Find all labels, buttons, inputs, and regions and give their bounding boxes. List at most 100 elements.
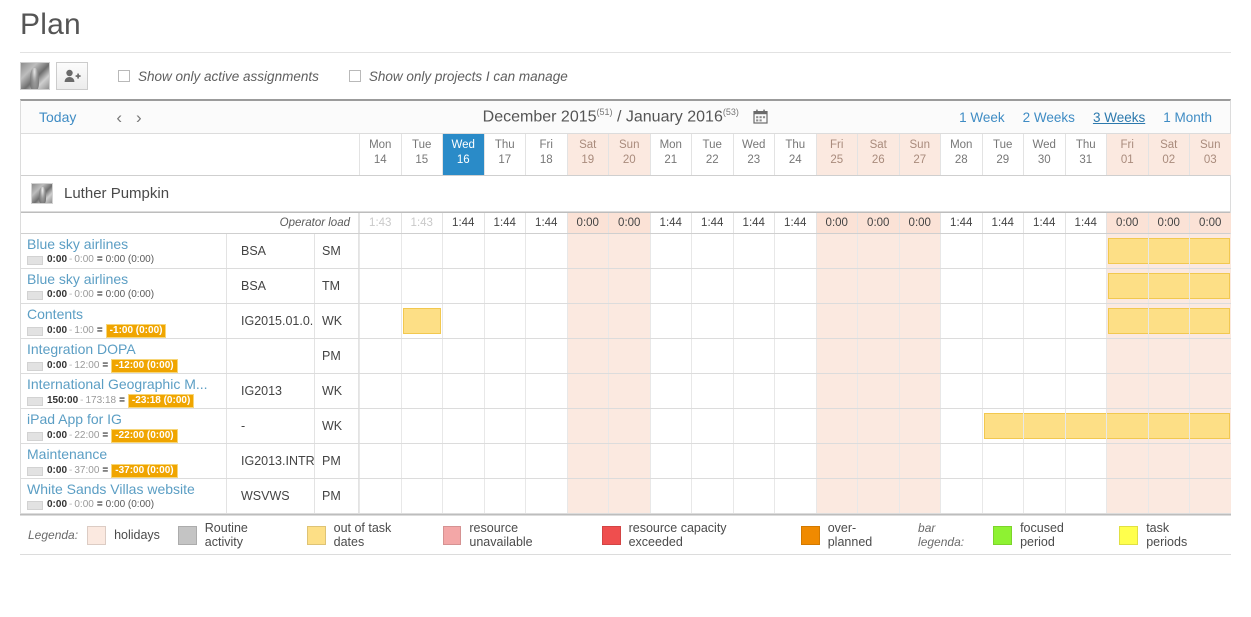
day-header-mon-21[interactable]: Mon21 xyxy=(650,134,692,175)
add-user-button[interactable] xyxy=(56,62,88,90)
timeline-cell[interactable] xyxy=(608,444,650,478)
timeline-cell[interactable] xyxy=(899,374,941,408)
timeline-cell[interactable] xyxy=(1106,374,1148,408)
calendar-icon[interactable] xyxy=(753,109,768,124)
timeline-cell[interactable] xyxy=(484,409,526,443)
timeline-cell[interactable] xyxy=(442,304,484,338)
timeline-cell[interactable] xyxy=(484,374,526,408)
timeline-cell[interactable] xyxy=(940,269,982,303)
timeline-cell[interactable] xyxy=(359,269,401,303)
task-title-link[interactable]: Blue sky airlines xyxy=(27,271,226,288)
timeline-cell[interactable] xyxy=(733,409,775,443)
timeline-cell[interactable] xyxy=(816,409,858,443)
timeline-cell[interactable] xyxy=(525,304,567,338)
task-title-link[interactable]: White Sands Villas website xyxy=(27,481,226,498)
timeline-cell[interactable] xyxy=(1189,339,1231,373)
task-title-link[interactable]: Integration DOPA xyxy=(27,341,226,358)
timeline-cell[interactable] xyxy=(1189,234,1231,268)
prev-period-button[interactable]: ‹ xyxy=(116,109,122,126)
timeline-cell[interactable] xyxy=(608,304,650,338)
timeline-cell[interactable] xyxy=(1065,409,1107,443)
timeline-cell[interactable] xyxy=(940,304,982,338)
timeline-cell[interactable] xyxy=(359,374,401,408)
timeline-cell[interactable] xyxy=(1023,374,1065,408)
timeline-cell[interactable] xyxy=(567,234,609,268)
timeline-cell[interactable] xyxy=(691,444,733,478)
timeline-cell[interactable] xyxy=(691,234,733,268)
timeline-cell[interactable] xyxy=(940,374,982,408)
timeline-cell[interactable] xyxy=(1023,479,1065,513)
timeline-cell[interactable] xyxy=(401,374,443,408)
timeline-cell[interactable] xyxy=(733,339,775,373)
timeline-cell[interactable] xyxy=(567,374,609,408)
timeline-cell[interactable] xyxy=(401,444,443,478)
day-header-sat-26[interactable]: Sat26 xyxy=(857,134,899,175)
timeline-cell[interactable] xyxy=(1106,479,1148,513)
timeline-cell[interactable] xyxy=(982,269,1024,303)
timeline-cell[interactable] xyxy=(733,444,775,478)
timeline-cell[interactable] xyxy=(982,444,1024,478)
timeline-cell[interactable] xyxy=(650,304,692,338)
timeline-cell[interactable] xyxy=(691,339,733,373)
timeline-cell[interactable] xyxy=(940,409,982,443)
timeline-cell[interactable] xyxy=(899,409,941,443)
timeline-cell[interactable] xyxy=(774,479,816,513)
timeline-cell[interactable] xyxy=(982,304,1024,338)
timeline-cell[interactable] xyxy=(1148,339,1190,373)
next-period-button[interactable]: › xyxy=(136,109,142,126)
timeline-cell[interactable] xyxy=(608,339,650,373)
timeline-cell[interactable] xyxy=(1065,304,1107,338)
timeline-cell[interactable] xyxy=(1106,269,1148,303)
timeline-cell[interactable] xyxy=(525,269,567,303)
timeline-cell[interactable] xyxy=(442,269,484,303)
timeline-cell[interactable] xyxy=(1148,409,1190,443)
timeline-cell[interactable] xyxy=(442,444,484,478)
checkbox-manageable-projects[interactable] xyxy=(349,70,361,82)
timeline-cell[interactable] xyxy=(567,479,609,513)
timeline-cell[interactable] xyxy=(650,479,692,513)
task-title-link[interactable]: Maintenance xyxy=(27,446,226,463)
timeline-cell[interactable] xyxy=(982,409,1024,443)
timeline-cell[interactable] xyxy=(608,234,650,268)
task-title-link[interactable]: Blue sky airlines xyxy=(27,236,226,253)
timeline-cell[interactable] xyxy=(359,234,401,268)
timeline-cell[interactable] xyxy=(940,339,982,373)
task-title-link[interactable]: Contents xyxy=(27,306,226,323)
timeline-cell[interactable] xyxy=(1065,234,1107,268)
timeline-cell[interactable] xyxy=(1189,304,1231,338)
task-title-link[interactable]: iPad App for IG xyxy=(27,411,226,428)
timeline-cell[interactable] xyxy=(567,269,609,303)
timeline-cell[interactable] xyxy=(1189,479,1231,513)
day-header-sun-03[interactable]: Sun03 xyxy=(1189,134,1231,175)
timeline-cell[interactable] xyxy=(982,339,1024,373)
timeline-cell[interactable] xyxy=(691,479,733,513)
day-header-sun-20[interactable]: Sun20 xyxy=(608,134,650,175)
timeline-cell[interactable] xyxy=(1148,269,1190,303)
timeline-cell[interactable] xyxy=(691,409,733,443)
timeline-cell[interactable] xyxy=(774,269,816,303)
timeline-cell[interactable] xyxy=(774,444,816,478)
timeline-cell[interactable] xyxy=(1023,269,1065,303)
zoom-link-3-weeks[interactable]: 3 Weeks xyxy=(1093,110,1145,125)
timeline-cell[interactable] xyxy=(484,479,526,513)
timeline-cell[interactable] xyxy=(1148,479,1190,513)
timeline-cell[interactable] xyxy=(940,444,982,478)
timeline-cell[interactable] xyxy=(1106,339,1148,373)
timeline-cell[interactable] xyxy=(484,444,526,478)
task-title-link[interactable]: International Geographic M... xyxy=(27,376,226,393)
timeline-cell[interactable] xyxy=(1065,269,1107,303)
timeline-cell[interactable] xyxy=(691,269,733,303)
timeline-cell[interactable] xyxy=(484,339,526,373)
day-header-sun-27[interactable]: Sun27 xyxy=(899,134,941,175)
filter-active-assignments[interactable]: Show only active assignments xyxy=(118,69,319,84)
timeline-cell[interactable] xyxy=(816,304,858,338)
timeline-cell[interactable] xyxy=(899,269,941,303)
day-header-thu-31[interactable]: Thu31 xyxy=(1065,134,1107,175)
day-header-thu-17[interactable]: Thu17 xyxy=(484,134,526,175)
timeline-cell[interactable] xyxy=(1189,444,1231,478)
timeline-cell[interactable] xyxy=(401,339,443,373)
timeline-cell[interactable] xyxy=(525,234,567,268)
timeline-cell[interactable] xyxy=(1189,269,1231,303)
timeline-cell[interactable] xyxy=(1023,444,1065,478)
timeline-cell[interactable] xyxy=(1106,444,1148,478)
